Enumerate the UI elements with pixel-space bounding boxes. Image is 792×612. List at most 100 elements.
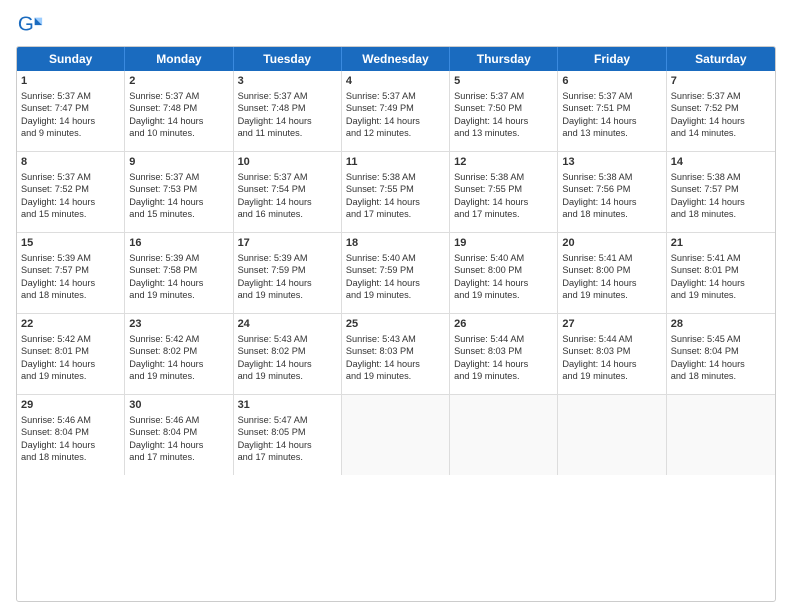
day-cell-5: 5 Sunrise: 5:37 AM Sunset: 7:50 PM Dayli… [450,71,558,151]
sunset-label: Sunset: 8:04 PM [21,427,89,437]
sunset-label: Sunset: 8:03 PM [346,346,414,356]
sunset-label: Sunset: 7:57 PM [21,265,89,275]
sunset-label: Sunset: 7:47 PM [21,103,89,113]
daylight-label: Daylight: 14 hours [562,359,636,369]
sunset-label: Sunset: 8:04 PM [671,346,739,356]
day-cell-26: 26 Sunrise: 5:44 AM Sunset: 8:03 PM Dayl… [450,314,558,394]
logo: G [16,12,48,40]
day-cell-23: 23 Sunrise: 5:42 AM Sunset: 8:02 PM Dayl… [125,314,233,394]
sunset-label: Sunset: 8:03 PM [454,346,522,356]
day-cell-30: 30 Sunrise: 5:46 AM Sunset: 8:04 PM Dayl… [125,395,233,475]
sunset-label: Sunset: 7:56 PM [562,184,630,194]
sunset-label: Sunset: 8:02 PM [129,346,197,356]
daylight-minutes: and 17 minutes. [346,209,411,219]
daylight-minutes: and 18 minutes. [671,371,736,381]
sunset-label: Sunset: 7:52 PM [671,103,739,113]
daylight-label: Daylight: 14 hours [346,116,420,126]
day-number: 17 [238,236,337,251]
daylight-label: Daylight: 14 hours [21,278,95,288]
day-cell-20: 20 Sunrise: 5:41 AM Sunset: 8:00 PM Dayl… [558,233,666,313]
daylight-label: Daylight: 14 hours [346,278,420,288]
sunset-label: Sunset: 7:55 PM [454,184,522,194]
day-number: 22 [21,317,120,332]
day-cell-14: 14 Sunrise: 5:38 AM Sunset: 7:57 PM Dayl… [667,152,775,232]
day-cell-31: 31 Sunrise: 5:47 AM Sunset: 8:05 PM Dayl… [234,395,342,475]
day-cell-22: 22 Sunrise: 5:42 AM Sunset: 8:01 PM Dayl… [17,314,125,394]
day-cell-6: 6 Sunrise: 5:37 AM Sunset: 7:51 PM Dayli… [558,71,666,151]
sunrise-label: Sunrise: 5:37 AM [21,172,91,182]
daylight-minutes: and 15 minutes. [21,209,86,219]
sunrise-label: Sunrise: 5:38 AM [562,172,632,182]
daylight-minutes: and 18 minutes. [21,452,86,462]
sunrise-label: Sunrise: 5:37 AM [238,91,308,101]
calendar-header: SundayMondayTuesdayWednesdayThursdayFrid… [17,47,775,71]
sunset-label: Sunset: 7:48 PM [238,103,306,113]
daylight-label: Daylight: 14 hours [671,197,745,207]
day-header-tuesday: Tuesday [234,47,342,71]
day-number: 8 [21,155,120,170]
header: G [16,12,776,40]
daylight-minutes: and 18 minutes. [21,290,86,300]
daylight-minutes: and 19 minutes. [454,371,519,381]
daylight-minutes: and 14 minutes. [671,128,736,138]
day-cell-25: 25 Sunrise: 5:43 AM Sunset: 8:03 PM Dayl… [342,314,450,394]
daylight-minutes: and 15 minutes. [129,209,194,219]
daylight-minutes: and 19 minutes. [346,290,411,300]
calendar-row-3: 15 Sunrise: 5:39 AM Sunset: 7:57 PM Dayl… [17,233,775,314]
sunrise-label: Sunrise: 5:37 AM [671,91,741,101]
day-cell-21: 21 Sunrise: 5:41 AM Sunset: 8:01 PM Dayl… [667,233,775,313]
daylight-label: Daylight: 14 hours [238,278,312,288]
calendar: SundayMondayTuesdayWednesdayThursdayFrid… [16,46,776,602]
daylight-minutes: and 18 minutes. [671,209,736,219]
day-cell-18: 18 Sunrise: 5:40 AM Sunset: 7:59 PM Dayl… [342,233,450,313]
day-number: 24 [238,317,337,332]
sunset-label: Sunset: 7:50 PM [454,103,522,113]
day-cell-29: 29 Sunrise: 5:46 AM Sunset: 8:04 PM Dayl… [17,395,125,475]
day-header-saturday: Saturday [667,47,775,71]
sunset-label: Sunset: 8:00 PM [454,265,522,275]
day-number: 18 [346,236,445,251]
daylight-label: Daylight: 14 hours [21,116,95,126]
daylight-minutes: and 19 minutes. [562,371,627,381]
daylight-minutes: and 19 minutes. [454,290,519,300]
day-number: 10 [238,155,337,170]
sunrise-label: Sunrise: 5:41 AM [671,253,741,263]
day-number: 29 [21,398,120,413]
sunset-label: Sunset: 8:00 PM [562,265,630,275]
sunset-label: Sunset: 8:01 PM [671,265,739,275]
daylight-label: Daylight: 14 hours [671,116,745,126]
daylight-minutes: and 19 minutes. [562,290,627,300]
day-header-thursday: Thursday [450,47,558,71]
day-number: 9 [129,155,228,170]
day-number: 13 [562,155,661,170]
daylight-minutes: and 17 minutes. [238,452,303,462]
calendar-row-4: 22 Sunrise: 5:42 AM Sunset: 8:01 PM Dayl… [17,314,775,395]
sunset-label: Sunset: 7:54 PM [238,184,306,194]
sunrise-label: Sunrise: 5:44 AM [562,334,632,344]
daylight-label: Daylight: 14 hours [346,197,420,207]
sunrise-label: Sunrise: 5:39 AM [238,253,308,263]
day-number: 3 [238,74,337,89]
daylight-label: Daylight: 14 hours [129,359,203,369]
sunrise-label: Sunrise: 5:46 AM [129,415,199,425]
sunset-label: Sunset: 7:53 PM [129,184,197,194]
day-number: 12 [454,155,553,170]
daylight-minutes: and 19 minutes. [671,290,736,300]
empty-cell [450,395,558,475]
day-number: 30 [129,398,228,413]
sunrise-label: Sunrise: 5:46 AM [21,415,91,425]
day-cell-24: 24 Sunrise: 5:43 AM Sunset: 8:02 PM Dayl… [234,314,342,394]
sunset-label: Sunset: 8:01 PM [21,346,89,356]
empty-cell [342,395,450,475]
sunrise-label: Sunrise: 5:37 AM [346,91,416,101]
sunrise-label: Sunrise: 5:39 AM [129,253,199,263]
sunset-label: Sunset: 8:02 PM [238,346,306,356]
day-cell-1: 1 Sunrise: 5:37 AM Sunset: 7:47 PM Dayli… [17,71,125,151]
sunrise-label: Sunrise: 5:38 AM [346,172,416,182]
daylight-label: Daylight: 14 hours [562,278,636,288]
daylight-label: Daylight: 14 hours [454,116,528,126]
calendar-row-5: 29 Sunrise: 5:46 AM Sunset: 8:04 PM Dayl… [17,395,775,475]
daylight-minutes: and 9 minutes. [21,128,81,138]
daylight-minutes: and 17 minutes. [454,209,519,219]
logo-icon: G [16,12,44,40]
